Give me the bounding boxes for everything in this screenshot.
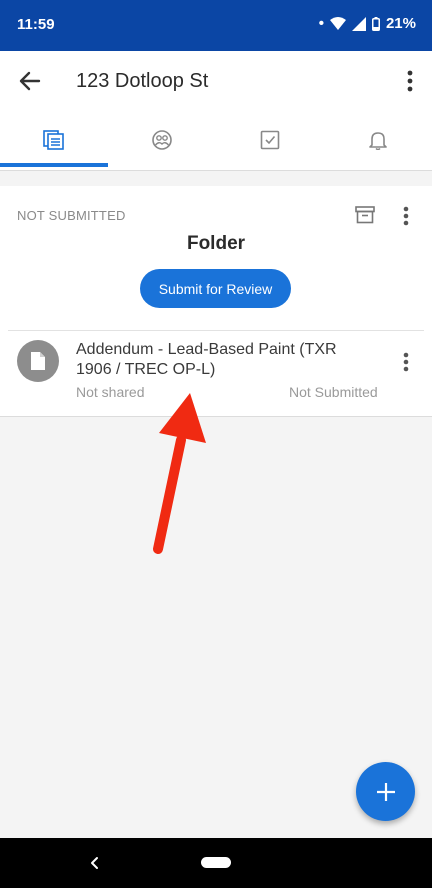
- tab-documents[interactable]: [0, 110, 108, 170]
- status-icons: • 21%: [319, 15, 416, 32]
- archive-icon[interactable]: [354, 204, 376, 226]
- status-time: 11:59: [17, 16, 55, 33]
- document-more-vert-icon[interactable]: [398, 350, 414, 374]
- app-bar: 123 Dotloop St: [0, 51, 432, 110]
- signal-icon: [351, 16, 366, 31]
- battery-icon: [371, 16, 380, 31]
- divider: [8, 330, 424, 331]
- page-title: 123 Dotloop St: [76, 70, 209, 92]
- tab-tasks[interactable]: [216, 110, 324, 170]
- tab-notifications[interactable]: [324, 110, 432, 170]
- folder-title: Folder: [186, 233, 246, 254]
- tab-bar: [0, 110, 432, 171]
- document-shared-status: Not shared: [76, 384, 145, 400]
- document-icon: [31, 352, 45, 370]
- tab-people[interactable]: [108, 110, 216, 170]
- wifi-icon: [329, 16, 346, 30]
- people-icon: [152, 130, 172, 150]
- document-avatar: [17, 340, 59, 382]
- status-bar: 11:59 • 21%: [0, 0, 432, 51]
- document-submission-status: Not Submitted: [289, 384, 378, 400]
- add-button[interactable]: [356, 762, 415, 821]
- battery-percent: 21%: [385, 15, 416, 32]
- notification-dot: •: [318, 15, 324, 32]
- tasks-icon: [260, 130, 280, 150]
- folder-card: NOT SUBMITTED Folder Submit for Review A…: [0, 186, 432, 417]
- folder-more-vert-icon[interactable]: [398, 204, 414, 228]
- document-title[interactable]: Addendum - Lead-Based Paint (TXR 1906 / …: [76, 340, 376, 380]
- documents-icon: [43, 130, 64, 150]
- selected-tab-indicator: [0, 163, 108, 167]
- folder-status-label: NOT SUBMITTED: [17, 208, 126, 223]
- more-vert-icon[interactable]: [402, 67, 418, 95]
- system-nav-bar: [0, 838, 432, 888]
- nav-home-pill[interactable]: [201, 857, 231, 868]
- bell-icon: [369, 132, 387, 150]
- submit-for-review-button[interactable]: Submit for Review: [140, 269, 291, 308]
- back-arrow-icon[interactable]: [16, 67, 44, 95]
- nav-back-icon[interactable]: [86, 852, 102, 874]
- plus-icon: [376, 782, 395, 801]
